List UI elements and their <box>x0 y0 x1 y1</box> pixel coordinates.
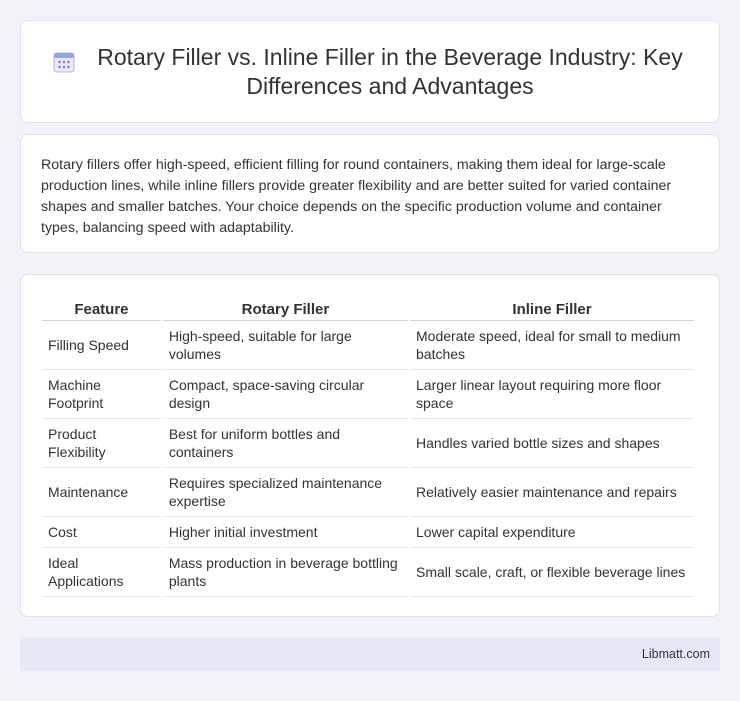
table-row: Machine Footprint Compact, space-saving … <box>42 370 694 419</box>
rotary-filler-cell: Requires specialized maintenance experti… <box>162 468 409 517</box>
page-title: Rotary Filler vs. Inline Filler in the B… <box>97 43 683 99</box>
rotary-filler-cell: Compact, space-saving circular design <box>162 370 409 419</box>
rotary-filler-cell: High-speed, suitable for large volumes <box>162 321 409 370</box>
title-card: Rotary Filler vs. Inline Filler in the B… <box>20 20 720 123</box>
table-row: Cost Higher initial investment Lower cap… <box>42 517 694 548</box>
table-row: Maintenance Requires specialized mainten… <box>42 468 694 517</box>
column-header-inline-filler: Inline Filler <box>410 297 694 321</box>
column-header-feature: Feature <box>42 297 161 321</box>
feature-cell: Ideal Applications <box>42 548 161 597</box>
feature-cell: Machine Footprint <box>42 370 161 419</box>
feature-cell: Filling Speed <box>42 321 161 370</box>
table-row: Filling Speed High-speed, suitable for l… <box>42 321 694 370</box>
rotary-filler-cell: Mass production in beverage bottling pla… <box>162 548 409 597</box>
feature-cell: Product Flexibility <box>42 419 161 468</box>
comparison-table: Feature Rotary Filler Inline Filler Fill… <box>40 297 696 597</box>
table-row: Product Flexibility Best for uniform bot… <box>42 419 694 468</box>
footer: Libmatt.com <box>20 637 720 671</box>
table-row: Ideal Applications Mass production in be… <box>42 548 694 597</box>
rotary-filler-cell: Higher initial investment <box>162 517 409 548</box>
summary-card: Rotary fillers offer high-speed, efficie… <box>20 134 720 253</box>
inline-filler-cell: Relatively easier maintenance and repair… <box>410 468 694 517</box>
footer-site-label: Libmatt.com <box>641 647 710 661</box>
comparison-table-card: Feature Rotary Filler Inline Filler Fill… <box>20 274 720 617</box>
inline-filler-cell: Moderate speed, ideal for small to mediu… <box>410 321 694 370</box>
feature-cell: Cost <box>42 517 161 548</box>
summary-text: Rotary fillers offer high-speed, efficie… <box>41 157 672 236</box>
inline-filler-cell: Small scale, craft, or flexible beverage… <box>410 548 694 597</box>
inline-filler-cell: Larger linear layout requiring more floo… <box>410 370 694 419</box>
column-header-rotary-filler: Rotary Filler <box>162 297 409 321</box>
inline-filler-cell: Lower capital expenditure <box>410 517 694 548</box>
inline-filler-cell: Handles varied bottle sizes and shapes <box>410 419 694 468</box>
feature-cell: Maintenance <box>42 468 161 517</box>
table-header-row: Feature Rotary Filler Inline Filler <box>42 297 694 321</box>
rotary-filler-cell: Best for uniform bottles and containers <box>162 419 409 468</box>
